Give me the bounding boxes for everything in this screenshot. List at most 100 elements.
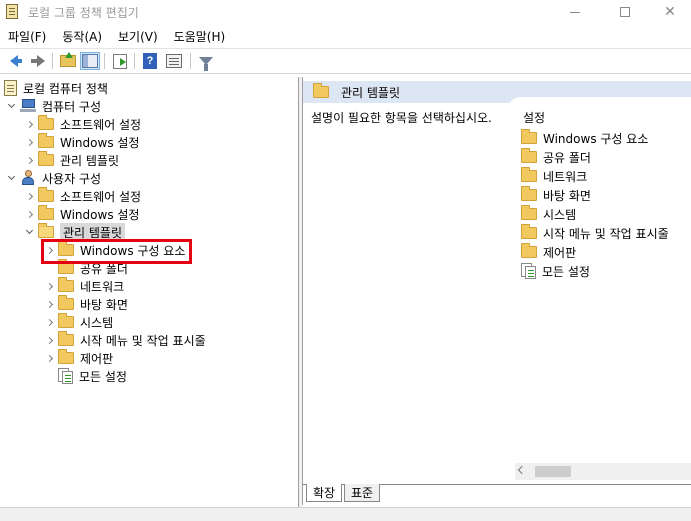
tree-item-uc-software[interactable]: 소프트웨어 설정 xyxy=(24,187,141,205)
chevron-right-icon[interactable] xyxy=(44,281,54,291)
tree-item-label: 사용자 구성 xyxy=(42,171,102,186)
list-item[interactable]: Windows 구성 요소 xyxy=(521,129,648,147)
chevron-right-icon[interactable] xyxy=(44,299,54,309)
group-policy-editor-window: 로컬 그룹 정책 편집기 ✕ 파일(F) 동작(A) 보기(V) 도움말(H) … xyxy=(0,0,691,521)
help-button[interactable]: ? xyxy=(140,52,160,70)
tree-item-desktop[interactable]: 바탕 화면 xyxy=(44,295,128,313)
chevron-down-icon[interactable] xyxy=(6,172,16,183)
tree-item-local-computer-policy[interactable]: 로컬 컴퓨터 정책 xyxy=(4,79,108,97)
list-item-label: 모든 설정 xyxy=(542,264,590,279)
properties-button[interactable] xyxy=(164,52,184,70)
tree-item-uc-admin[interactable]: 관리 템플릿 xyxy=(24,222,126,242)
chevron-down-icon[interactable] xyxy=(24,226,34,237)
chevron-right-icon[interactable] xyxy=(44,317,54,327)
folder-icon xyxy=(58,277,74,292)
list-item[interactable]: 시작 메뉴 및 작업 표시줄 xyxy=(521,224,669,242)
list-item[interactable]: 모든 설정 xyxy=(521,262,590,280)
details-pane: 관리 템플릿 설명이 필요한 항목을 선택하십시오. 설정 Windows 구성… xyxy=(302,77,691,505)
title-bar: 로컬 그룹 정책 편집기 ✕ xyxy=(0,0,691,24)
chevron-right-icon[interactable] xyxy=(44,335,54,345)
chevron-right-icon[interactable] xyxy=(24,119,34,129)
maximize-icon xyxy=(620,7,630,17)
list-item[interactable]: 제어판 xyxy=(521,243,576,261)
window-title: 로컬 그룹 정책 편집기 xyxy=(28,6,139,20)
user-icon xyxy=(20,170,36,186)
menu-help[interactable]: 도움말(H) xyxy=(166,26,234,46)
chevron-right-icon[interactable] xyxy=(24,191,34,201)
folder-icon xyxy=(521,205,537,220)
list-item-label: 공유 폴더 xyxy=(543,150,591,165)
list-item[interactable]: 네트워크 xyxy=(521,167,587,185)
horizontal-scrollbar[interactable] xyxy=(515,463,691,480)
up-folder-button[interactable] xyxy=(58,52,78,70)
filter-button[interactable] xyxy=(196,52,216,71)
minimize-button[interactable] xyxy=(552,0,598,24)
tree-item-cc-windows[interactable]: Windows 설정 xyxy=(24,133,139,151)
folder-icon xyxy=(38,115,54,130)
chevron-right-icon[interactable] xyxy=(24,209,34,219)
tab-extended[interactable]: 확장 xyxy=(306,484,343,502)
forward-button[interactable] xyxy=(26,52,46,70)
forward-icon xyxy=(31,55,45,67)
tree-item-cc-software[interactable]: 소프트웨어 설정 xyxy=(24,115,141,133)
tree-item-label: 네트워크 xyxy=(80,279,125,294)
tree-item-all-settings[interactable]: 모든 설정 xyxy=(44,367,127,385)
close-button[interactable]: ✕ xyxy=(647,0,691,24)
tree-item-label: 소프트웨어 설정 xyxy=(60,117,142,132)
tree-item-cc-admin[interactable]: 관리 템플릿 xyxy=(24,151,119,169)
chevron-right-icon[interactable] xyxy=(24,137,34,147)
tree-item-shared-folders[interactable]: 공유 폴더 xyxy=(44,259,128,277)
tab-standard[interactable]: 표준 xyxy=(344,484,381,502)
chevron-right-icon[interactable] xyxy=(44,245,54,255)
tree-item-user-config[interactable]: 사용자 구성 xyxy=(6,169,101,187)
maximize-button[interactable] xyxy=(602,0,648,24)
folder-icon xyxy=(521,129,537,144)
menu-file[interactable]: 파일(F) xyxy=(0,26,54,46)
menu-view[interactable]: 보기(V) xyxy=(110,26,166,46)
chevron-right-icon[interactable] xyxy=(24,155,34,165)
folder-icon xyxy=(313,83,329,98)
chevron-right-icon[interactable] xyxy=(44,353,54,363)
tree-item-label: 공유 폴더 xyxy=(80,261,128,276)
tree-pane[interactable]: 로컬 컴퓨터 정책 컴퓨터 구성 소프트웨어 설정 Windows 설정 관리 … xyxy=(0,77,299,507)
tree-item-label: 제어판 xyxy=(80,351,114,366)
tree-item-uc-windows[interactable]: Windows 설정 xyxy=(24,205,139,223)
back-icon xyxy=(10,55,22,67)
list-item[interactable]: 시스템 xyxy=(521,205,576,223)
scrollbar-thumb[interactable] xyxy=(535,466,571,477)
tree-item-windows-components[interactable]: Windows 구성 요소 xyxy=(44,241,185,259)
tree-item-network[interactable]: 네트워크 xyxy=(44,277,124,295)
column-header-setting[interactable]: 설정 xyxy=(523,109,545,126)
scroll-left-icon[interactable] xyxy=(517,465,527,475)
show-hide-tree-button[interactable] xyxy=(80,52,100,70)
tree-item-label: 관리 템플릿 xyxy=(60,153,120,168)
tree-item-system[interactable]: 시스템 xyxy=(44,313,113,331)
help-icon: ? xyxy=(143,53,157,69)
back-button[interactable] xyxy=(4,52,24,70)
tree-item-label: 컴퓨터 구성 xyxy=(42,99,102,114)
tree-item-computer-config[interactable]: 컴퓨터 구성 xyxy=(6,97,101,115)
tree-item-start-menu-taskbar[interactable]: 시작 메뉴 및 작업 표시줄 xyxy=(44,331,206,349)
tree-item-label: 로컬 컴퓨터 정책 xyxy=(23,81,108,96)
tree-item-label: Windows 설정 xyxy=(60,207,140,222)
chevron-down-icon[interactable] xyxy=(6,100,16,111)
folder-icon xyxy=(58,331,74,346)
all-settings-icon xyxy=(521,263,536,279)
tree-item-control-panel[interactable]: 제어판 xyxy=(44,349,113,367)
folder-icon xyxy=(58,295,74,310)
minimize-icon xyxy=(570,11,580,13)
menu-action[interactable]: 동작(A) xyxy=(54,26,110,46)
export-list-button[interactable] xyxy=(110,52,130,70)
list-item[interactable]: 공유 폴더 xyxy=(521,148,591,166)
policy-document-icon xyxy=(4,80,17,96)
list-item-label: 시스템 xyxy=(543,207,577,222)
tree-item-label: 바탕 화면 xyxy=(80,297,128,312)
app-icon xyxy=(6,4,18,19)
toolbar-separator xyxy=(190,53,191,69)
folder-icon xyxy=(521,243,537,258)
list-item[interactable]: 바탕 화면 xyxy=(521,186,591,204)
folder-icon xyxy=(58,241,74,256)
computer-icon xyxy=(20,99,36,113)
filter-icon xyxy=(199,57,213,71)
folder-icon xyxy=(38,205,54,220)
